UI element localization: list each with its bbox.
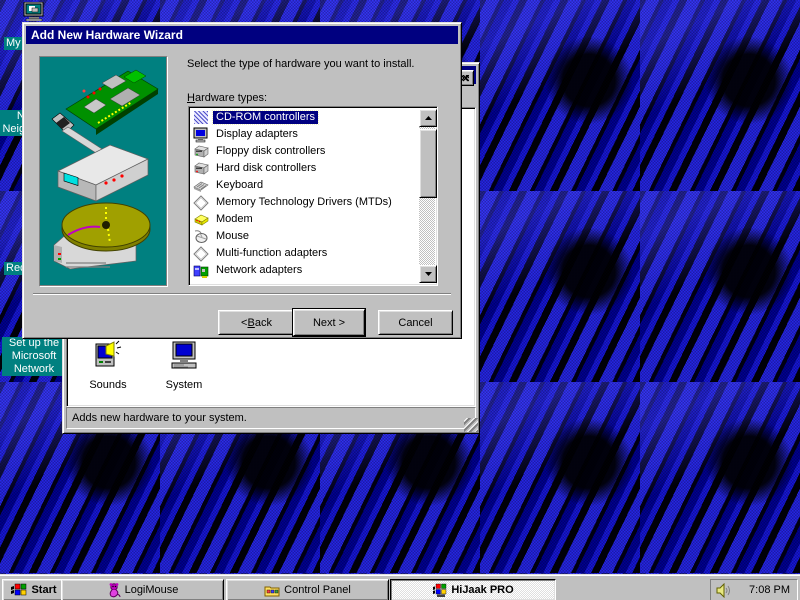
network-card-icon <box>193 263 209 279</box>
next-button[interactable]: Next > <box>293 309 365 336</box>
diamond-icon <box>193 246 209 262</box>
list-item-mouse[interactable]: Mouse <box>191 228 419 245</box>
taskbar-button-logimouse[interactable]: LogiMouse <box>61 579 224 600</box>
hardware-types-label: Hardware types: <box>187 92 267 104</box>
system-icon <box>168 340 200 372</box>
speaker-icon[interactable] <box>716 583 732 598</box>
list-item-modem[interactable]: Modem <box>191 211 419 228</box>
resize-grip[interactable] <box>464 418 478 432</box>
add-new-hardware-wizard-dialog: Add New Hardware Wizard <box>22 22 462 339</box>
cancel-button[interactable]: Cancel <box>378 310 453 335</box>
next-button-default-ring: Next > <box>292 308 366 337</box>
list-item-memory-technology-drivers[interactable]: Memory Technology Drivers (MTDs) <box>191 194 419 211</box>
wizard-instruction: Select the type of hardware you want to … <box>187 58 449 70</box>
display-icon <box>193 127 209 143</box>
status-bar: Adds new hardware to your system. <box>66 407 476 429</box>
hard-disk-icon <box>193 161 209 177</box>
hardware-artwork-graphic <box>40 57 164 283</box>
system-tray: 7:08 PM <box>710 579 798 600</box>
list-item-network-adapters[interactable]: Network adapters <box>191 262 419 279</box>
wizard-title: Add New Hardware Wizard <box>31 28 183 42</box>
list-item-display-adapters[interactable]: Display adapters <box>191 126 419 143</box>
cdrom-icon <box>193 110 209 126</box>
hardware-types-listbox: CD-ROM controllers Display adapters Flop… <box>188 106 438 286</box>
modem-icon <box>193 212 209 228</box>
keyboard-icon <box>193 178 209 194</box>
hardware-list-rows: CD-ROM controllers Display adapters Flop… <box>191 109 419 283</box>
clock[interactable]: 7:08 PM <box>749 584 790 596</box>
windows-logo-icon <box>11 583 27 597</box>
wizard-artwork-panel <box>39 56 167 286</box>
expansion-card-graphic <box>52 70 158 153</box>
diamond-icon <box>193 195 209 211</box>
start-button[interactable]: Start <box>2 579 66 600</box>
control-panel-folder-icon <box>264 584 280 597</box>
control-panel-item-sounds[interactable]: Sounds <box>77 340 139 391</box>
control-panel-item-system[interactable]: System <box>153 340 215 391</box>
screen: My Computer Network Neighborhood Recycle… <box>0 0 800 600</box>
list-item-multifunction-adapters[interactable]: Multi-function adapters <box>191 245 419 262</box>
disc-drive-graphic <box>54 203 150 269</box>
back-button[interactable]: < Back <box>218 310 295 335</box>
listbox-scrollbar[interactable] <box>419 109 435 283</box>
modem-graphic <box>58 145 148 201</box>
mouse-icon <box>193 229 209 245</box>
list-item-harddisk-controllers[interactable]: Hard disk controllers <box>191 160 419 177</box>
desktop-label-msn-setup[interactable]: Set up the Microsoft Network <box>2 337 66 376</box>
scroll-down-icon[interactable] <box>419 265 437 283</box>
list-item-floppy-controllers[interactable]: Floppy disk controllers <box>191 143 419 160</box>
logimouse-icon <box>107 582 121 598</box>
taskbar-button-hijaak-pro[interactable]: HiJaak PRO <box>390 579 556 600</box>
hijaak-pro-icon <box>432 583 447 598</box>
taskbar-button-control-panel[interactable]: Control Panel <box>226 579 389 600</box>
dialog-separator <box>33 293 451 295</box>
list-item-keyboard[interactable]: Keyboard <box>191 177 419 194</box>
scroll-up-icon[interactable] <box>419 109 437 127</box>
scrollbar-thumb[interactable] <box>419 129 437 198</box>
wizard-titlebar[interactable]: Add New Hardware Wizard <box>26 26 458 44</box>
list-item-cdrom-controllers[interactable]: CD-ROM controllers <box>191 109 419 126</box>
taskbar: Start LogiMouse Control Panel <box>0 575 800 600</box>
floppy-drive-icon <box>193 144 209 160</box>
sounds-icon <box>92 340 124 372</box>
